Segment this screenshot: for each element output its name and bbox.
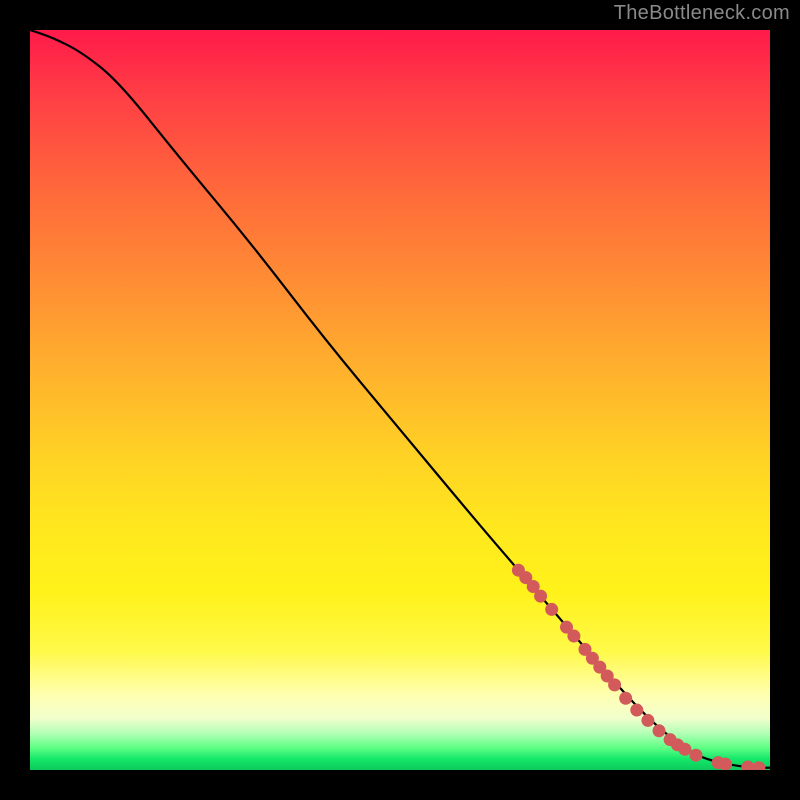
highlighted-point bbox=[653, 724, 666, 737]
bottleneck-curve bbox=[30, 30, 770, 768]
highlighted-point bbox=[534, 590, 547, 603]
attribution-label: TheBottleneck.com bbox=[614, 2, 790, 25]
highlighted-point bbox=[690, 749, 703, 762]
highlighted-point bbox=[741, 761, 754, 770]
highlighted-point bbox=[608, 678, 621, 691]
highlighted-point bbox=[567, 630, 580, 643]
highlighted-point bbox=[719, 758, 732, 770]
highlighted-points-group bbox=[512, 564, 766, 770]
highlighted-point bbox=[545, 603, 558, 616]
highlighted-point bbox=[630, 704, 643, 717]
chart-overlay bbox=[30, 30, 770, 770]
chart-frame: TheBottleneck.com bbox=[0, 0, 800, 800]
plot-area bbox=[30, 30, 770, 770]
highlighted-point bbox=[752, 761, 765, 770]
highlighted-point bbox=[641, 714, 654, 727]
highlighted-point bbox=[678, 743, 691, 756]
highlighted-point bbox=[619, 692, 632, 705]
